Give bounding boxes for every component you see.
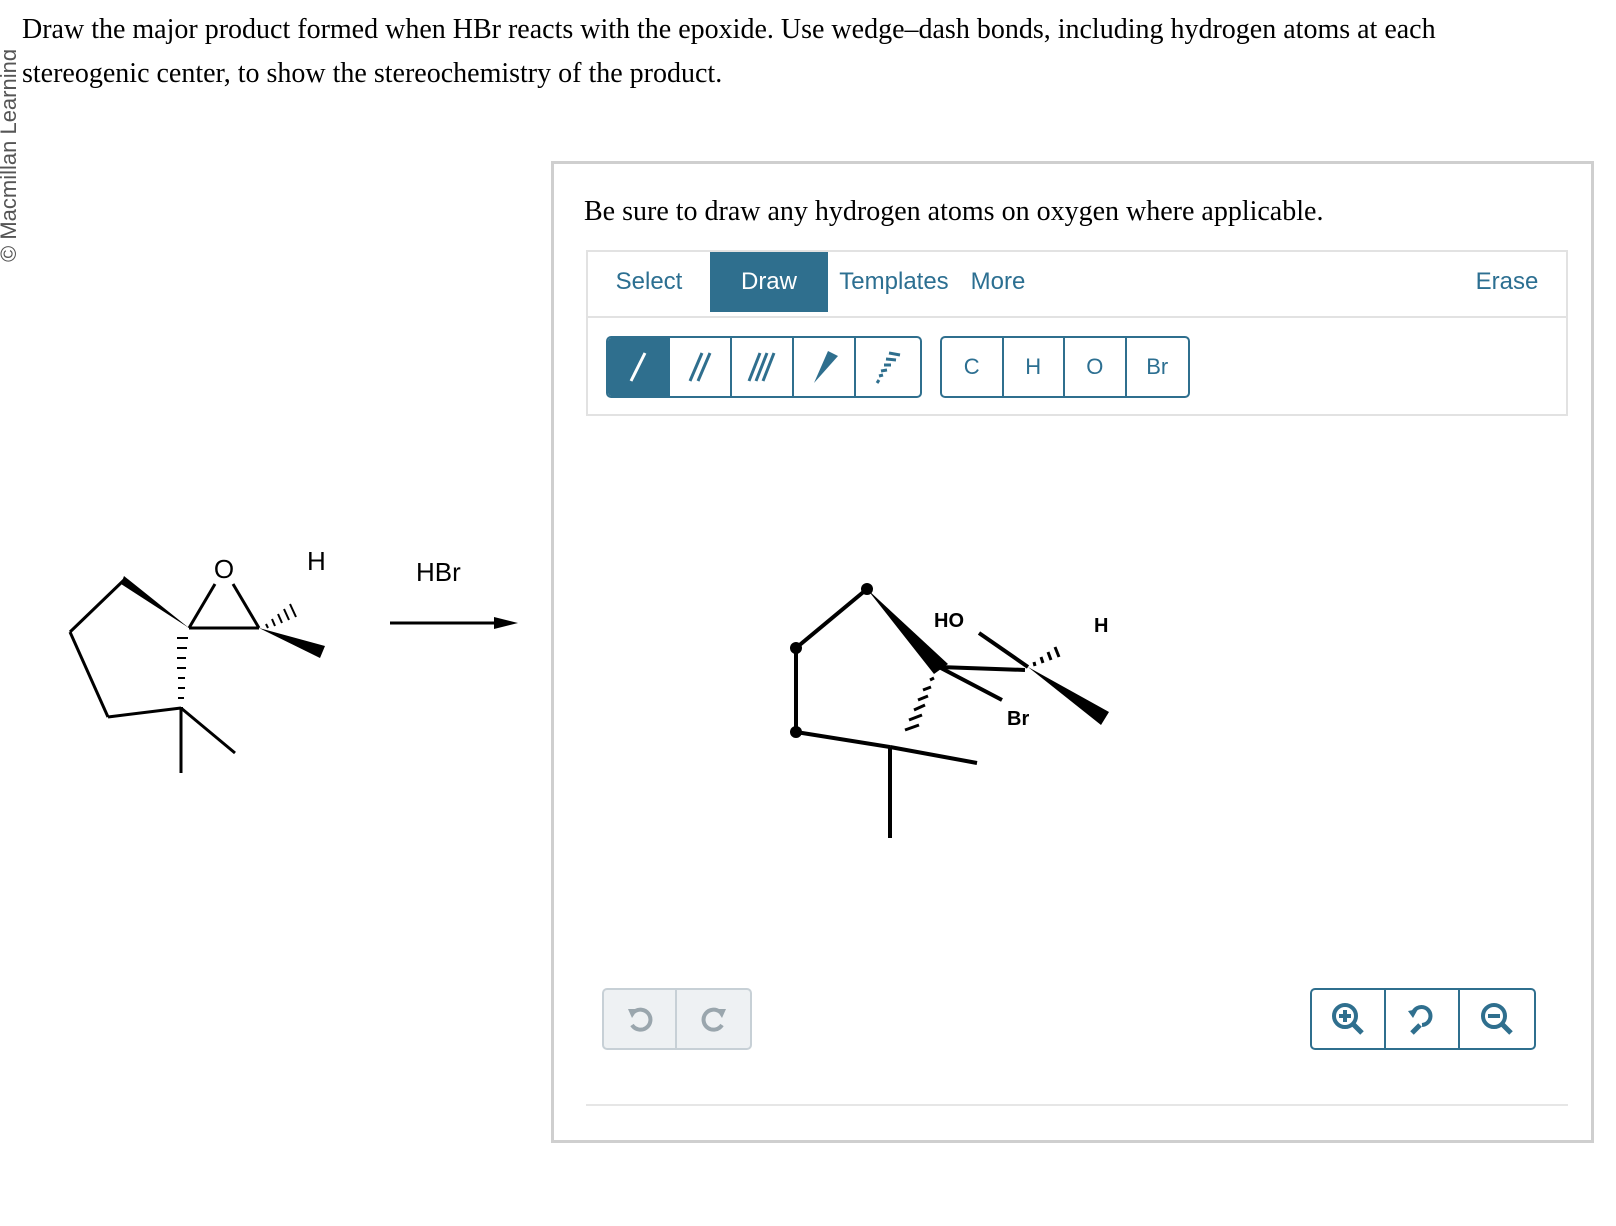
canvas-bromine-label: Br	[1007, 708, 1029, 730]
tab-select[interactable]: Select	[588, 252, 710, 312]
single-bond-tool[interactable]	[608, 338, 670, 396]
zoom-in-button[interactable]	[1312, 990, 1386, 1048]
toolbar-tabs: Select Draw Templates More Erase	[588, 252, 1566, 318]
reaction-arrow	[390, 617, 518, 629]
triple-bond-tool[interactable]	[732, 338, 794, 396]
atom-tool-group: C H O Br	[940, 336, 1190, 398]
zoom-out-button[interactable]	[1460, 990, 1534, 1048]
question-prompt: Draw the major product formed when HBr r…	[22, 8, 1592, 96]
canvas-wedge-methyl	[1028, 667, 1109, 725]
canvas-dash-bond	[904, 676, 935, 732]
dash-bond-icon	[875, 351, 901, 384]
atom-tool-br[interactable]: Br	[1127, 338, 1188, 396]
redo-icon	[701, 1007, 726, 1032]
canvas-hydroxyl-label: HO	[934, 610, 964, 632]
reactant-dash-bond	[177, 637, 188, 709]
canvas-dash-to-h	[1032, 646, 1061, 667]
panel-divider	[586, 1104, 1568, 1106]
zoom-out-icon	[1481, 1003, 1513, 1035]
publisher-watermark: © Macmillan Learning	[0, 0, 16, 262]
atom-tool-h[interactable]: H	[1004, 338, 1065, 396]
reactant-methyls	[179, 706, 236, 773]
zoom-reset-icon	[1408, 1005, 1433, 1035]
dash-bond-tool[interactable]	[856, 338, 918, 396]
double-bond-tool[interactable]	[670, 338, 732, 396]
tab-templates[interactable]: Templates	[828, 252, 960, 312]
reactant-wedge-bond	[121, 576, 189, 628]
reagent-label: HBr	[416, 557, 461, 587]
double-bond-icon	[688, 352, 712, 382]
undo-icon	[627, 1007, 652, 1032]
epoxide-ring	[187, 583, 261, 630]
tab-more[interactable]: More	[960, 252, 1036, 312]
wedge-bond-icon	[814, 351, 838, 383]
reactant-hydrogen-label: H	[307, 546, 326, 576]
erase-button[interactable]: Erase	[1462, 252, 1552, 312]
bond-tool-group	[606, 336, 922, 398]
canvas-hydrogen-label: H	[1094, 615, 1108, 637]
atom-tool-c[interactable]: C	[942, 338, 1004, 396]
atom-tool-o[interactable]: O	[1065, 338, 1127, 396]
drawing-panel: Be sure to draw any hydrogen atoms on ox…	[551, 161, 1594, 1143]
undo-button[interactable]	[604, 990, 678, 1048]
wedge-bond-tool[interactable]	[794, 338, 856, 396]
reactant-wedge-methyl	[259, 628, 325, 658]
reaction-scheme: O H HBr	[68, 546, 518, 773]
zoom-reset-button[interactable]	[1386, 990, 1460, 1048]
single-bond-icon	[629, 352, 647, 382]
panel-instruction: Be sure to draw any hydrogen atoms on ox…	[584, 196, 1324, 227]
reactant-ring	[68, 578, 182, 719]
drawn-structure: HO H Br	[790, 583, 1109, 838]
redo-button[interactable]	[677, 990, 750, 1048]
sketcher-toolbar: Select Draw Templates More Erase C H O B…	[586, 250, 1568, 416]
reactant-dash-to-h	[265, 603, 297, 629]
zoom-buttons	[1310, 988, 1536, 1050]
epoxide-oxygen-label: O	[214, 554, 234, 584]
history-buttons	[602, 988, 752, 1050]
drawing-canvas[interactable]: HO H Br	[554, 424, 1591, 984]
publisher-watermark-text: © Macmillan Learning	[0, 48, 16, 262]
zoom-in-icon	[1332, 1003, 1364, 1035]
question-line-2: stereogenic center, to show the stereoch…	[22, 58, 723, 89]
tab-draw[interactable]: Draw	[710, 252, 828, 312]
triple-bond-icon	[747, 352, 776, 382]
question-line-1: Draw the major product formed when HBr r…	[22, 14, 1436, 45]
